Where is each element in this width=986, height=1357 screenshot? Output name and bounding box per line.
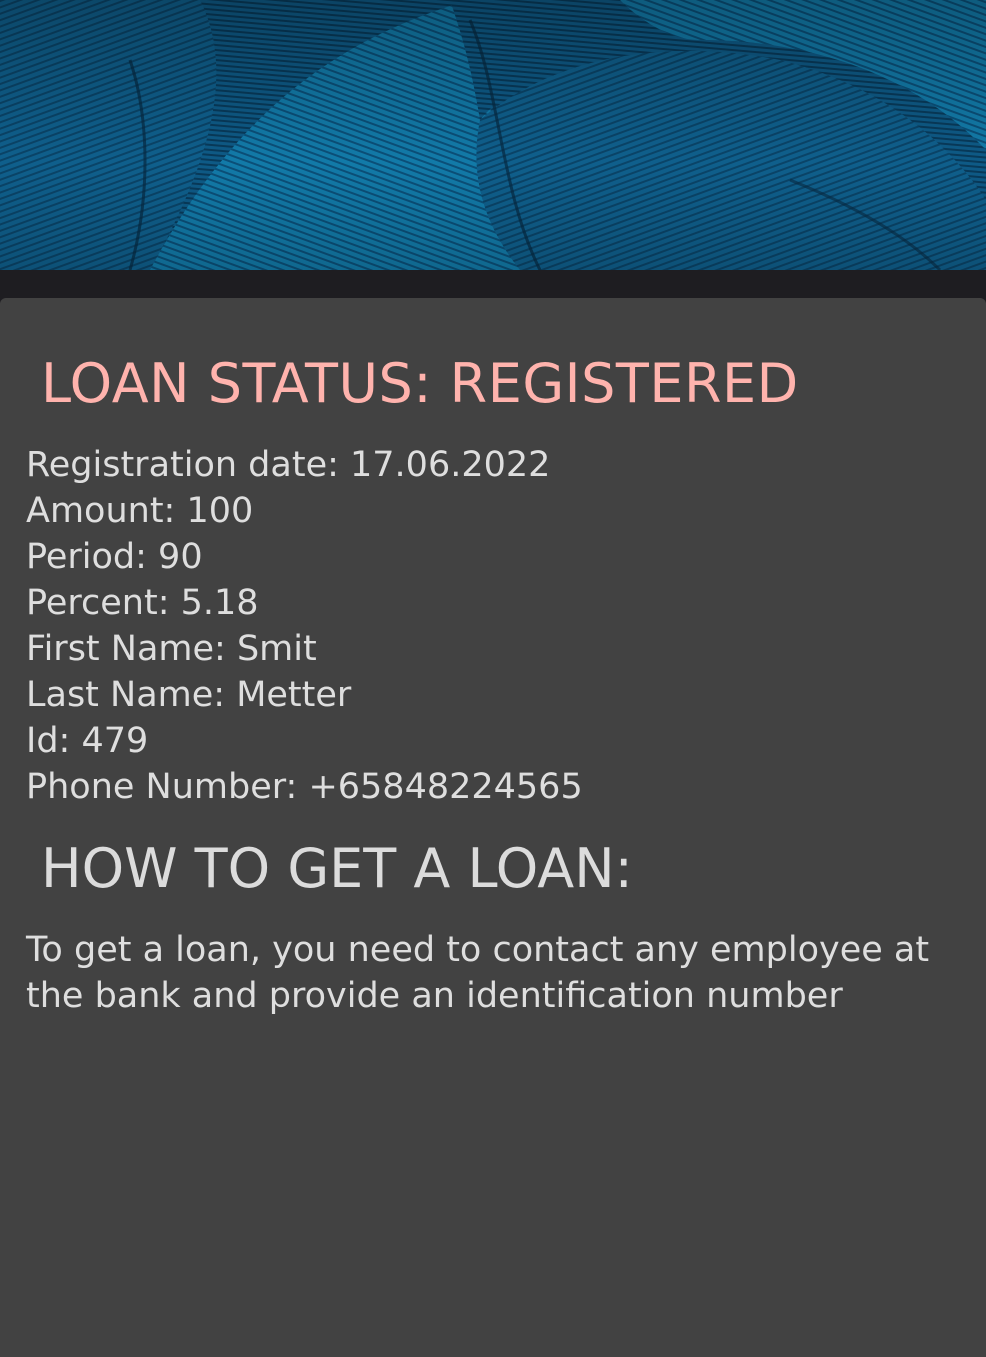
divider-band bbox=[0, 270, 986, 298]
loan-status-title: LOAN STATUS: REGISTERED bbox=[41, 352, 799, 415]
how-to-title: HOW TO GET A LOAN: bbox=[41, 837, 633, 900]
last-name: Last Name: Metter bbox=[26, 675, 352, 715]
registration-date: Registration date: 17.06.2022 bbox=[26, 445, 551, 485]
loan-id: Id: 479 bbox=[26, 721, 149, 761]
loan-details-list: Registration date: 17.06.2022 Amount: 10… bbox=[26, 442, 583, 810]
amount: Amount: 100 bbox=[26, 491, 254, 531]
header-photo bbox=[0, 0, 986, 270]
phone-number: Phone Number: +65848224565 bbox=[26, 767, 583, 807]
how-to-text: To get a loan, you need to contact any e… bbox=[26, 930, 930, 1016]
percent: Percent: 5.18 bbox=[26, 583, 259, 623]
first-name: First Name: Smit bbox=[26, 629, 317, 669]
period: Period: 90 bbox=[26, 537, 203, 577]
